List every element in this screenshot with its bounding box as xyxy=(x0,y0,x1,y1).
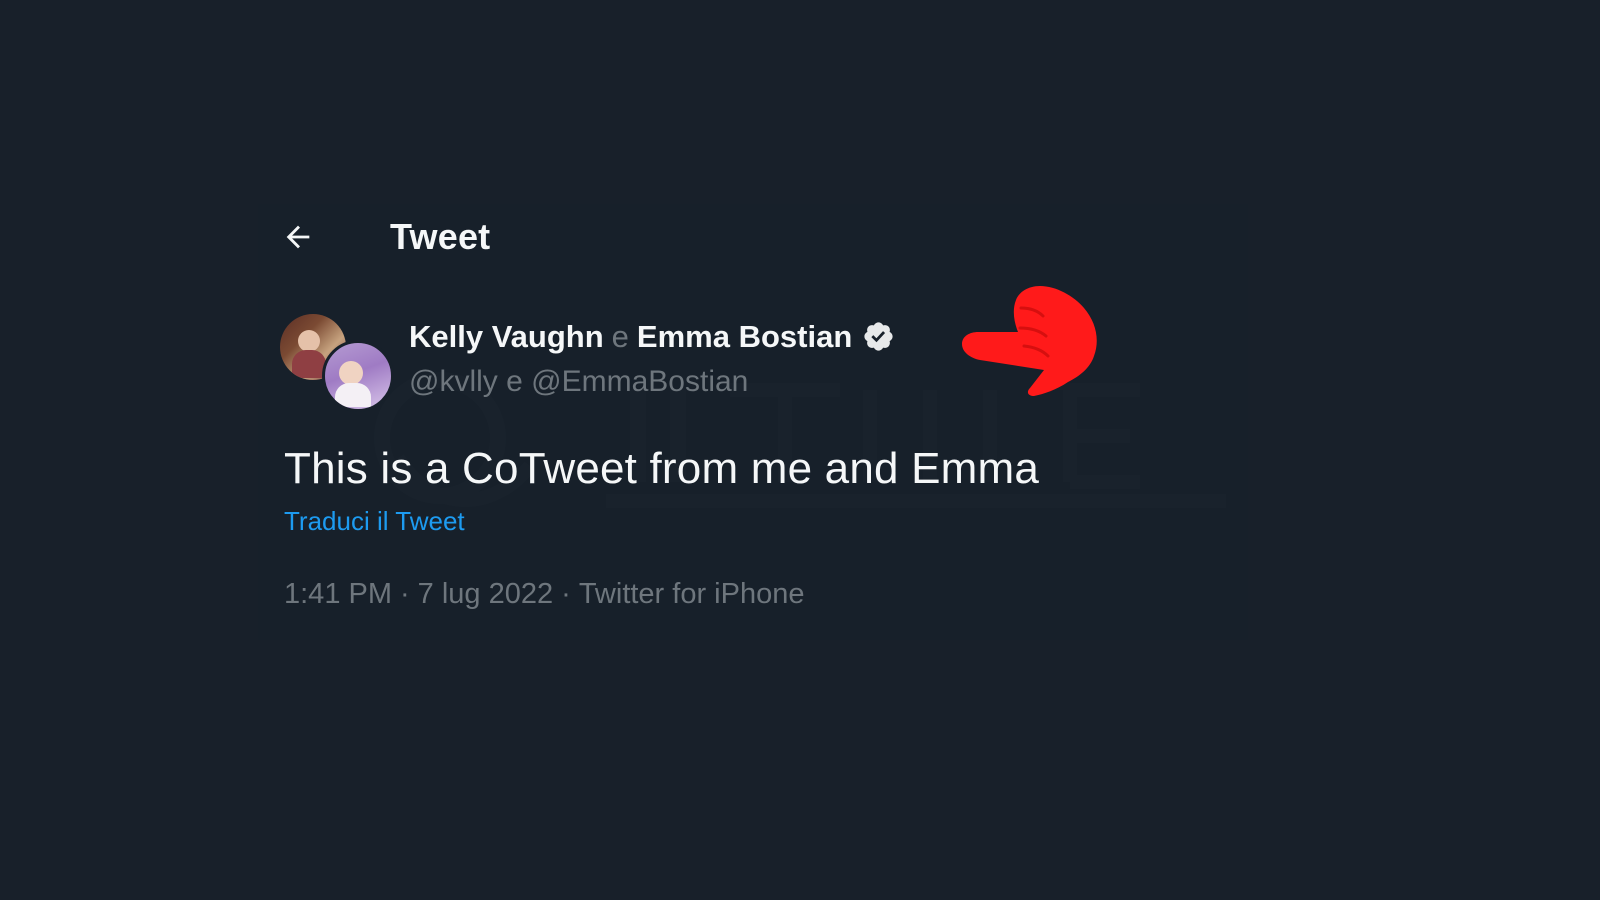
meta-separator: · xyxy=(561,578,571,610)
back-button[interactable] xyxy=(276,215,320,259)
tweet-time[interactable]: 1:41 PM xyxy=(284,578,392,611)
handle-connector: e xyxy=(506,365,523,398)
tweet-header: Tweet xyxy=(284,210,490,264)
avatar-face xyxy=(339,361,363,385)
pointing-hand-icon xyxy=(962,286,1097,396)
tweet-source[interactable]: Twitter for iPhone xyxy=(579,578,805,611)
author-block: Kelly Vaughn e Emma Bostian @kvlly e @Em… xyxy=(409,320,895,397)
author-handles: @kvlly e @EmmaBostian xyxy=(409,367,895,397)
tweet-text: This is a CoTweet from me and Emma xyxy=(284,444,1040,493)
handle-kelly[interactable]: @kvlly xyxy=(409,365,498,398)
author-name-emma[interactable]: Emma Bostian xyxy=(637,321,852,352)
avatar-emma-bostian[interactable] xyxy=(322,340,394,412)
translate-tweet-link[interactable]: Traduci il Tweet xyxy=(284,506,465,537)
page-title: Tweet xyxy=(390,216,491,257)
tweet-panel xyxy=(258,204,1248,640)
meta-separator: · xyxy=(400,578,410,610)
author-connector: e xyxy=(611,319,629,354)
avatar-body xyxy=(335,383,371,407)
avatar-body xyxy=(292,350,326,378)
tweet-date[interactable]: 7 lug 2022 xyxy=(418,578,553,611)
tweet-meta: 1:41 PM · 7 lug 2022 · Twitter for iPhone xyxy=(284,578,804,611)
verified-badge-icon xyxy=(864,322,893,351)
avatar-face xyxy=(298,330,320,352)
handle-emma[interactable]: @EmmaBostian xyxy=(531,365,748,398)
author-name-kelly[interactable]: Kelly Vaughn xyxy=(409,321,604,352)
coauthor-avatars[interactable] xyxy=(280,314,394,412)
author-names: Kelly Vaughn e Emma Bostian xyxy=(409,320,895,353)
back-arrow-icon xyxy=(286,225,310,249)
